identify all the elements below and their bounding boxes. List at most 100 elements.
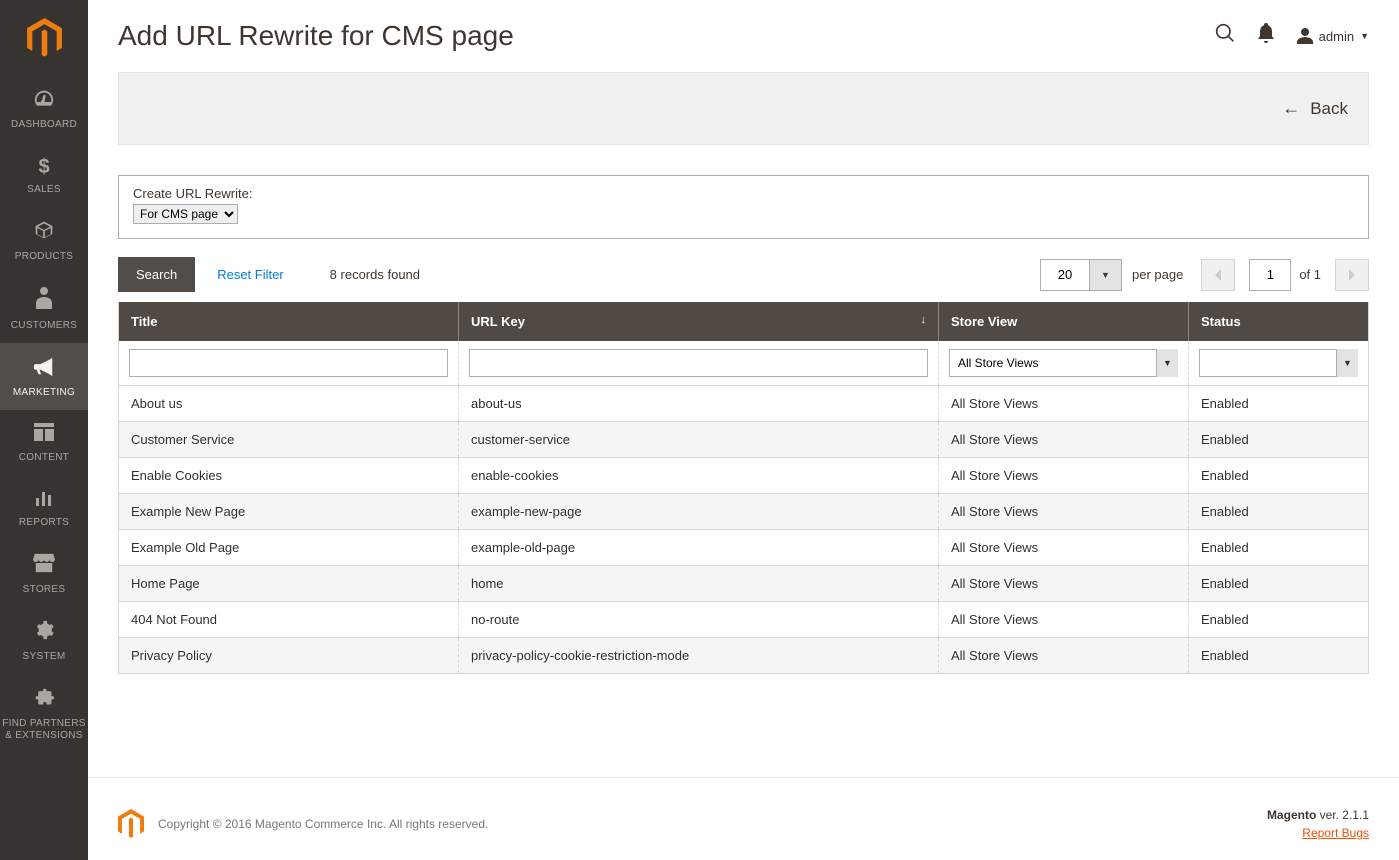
sidebar-logo[interactable] bbox=[0, 0, 88, 75]
sidebar-item-partners[interactable]: FIND PARTNERS & EXTENSIONS bbox=[0, 674, 88, 753]
sidebar-item-marketing[interactable]: MARKETING bbox=[0, 343, 88, 410]
cell-store: All Store Views bbox=[939, 422, 1189, 458]
data-grid: Title URL Key↓ Store View Status All Sto… bbox=[118, 302, 1369, 674]
cell-url_key: home bbox=[459, 566, 939, 602]
table-row[interactable]: About usabout-usAll Store ViewsEnabled bbox=[119, 386, 1369, 422]
per-page-label: per page bbox=[1132, 267, 1183, 282]
filter-url-key-input[interactable] bbox=[469, 349, 928, 377]
sidebar-item-label: CONTENT bbox=[19, 452, 69, 464]
back-button[interactable]: ← Back bbox=[1282, 98, 1348, 119]
filter-store-view-select[interactable]: All Store Views bbox=[949, 349, 1178, 377]
admin-label: admin bbox=[1319, 29, 1354, 44]
cell-url_key: privacy-policy-cookie-restriction-mode bbox=[459, 638, 939, 674]
col-header-status[interactable]: Status bbox=[1189, 302, 1369, 341]
next-page-button[interactable] bbox=[1335, 259, 1369, 291]
records-found: 8 records found bbox=[330, 267, 420, 282]
report-bugs-link[interactable]: Report Bugs bbox=[1267, 826, 1369, 840]
create-rewrite-select[interactable]: For CMS page bbox=[133, 204, 238, 224]
table-row[interactable]: Home PagehomeAll Store ViewsEnabled bbox=[119, 566, 1369, 602]
cell-title: Enable Cookies bbox=[119, 458, 459, 494]
magento-logo-icon bbox=[27, 18, 62, 58]
action-bar: ← Back bbox=[118, 72, 1369, 145]
user-icon bbox=[1297, 28, 1313, 44]
search-icon[interactable] bbox=[1215, 23, 1235, 49]
col-header-store-view[interactable]: Store View bbox=[939, 302, 1189, 341]
sidebar-item-stores[interactable]: STORES bbox=[0, 540, 88, 607]
caret-down-icon: ▼ bbox=[1360, 31, 1369, 41]
sidebar-item-products[interactable]: PRODUCTS bbox=[0, 207, 88, 274]
sidebar-item-system[interactable]: SYSTEM bbox=[0, 607, 88, 674]
create-rewrite-box: Create URL Rewrite: For CMS page bbox=[118, 175, 1369, 239]
cell-url_key: example-old-page bbox=[459, 530, 939, 566]
sidebar-item-sales[interactable]: $ SALES bbox=[0, 142, 88, 207]
bell-icon[interactable] bbox=[1257, 23, 1275, 49]
footer: Copyright © 2016 Magento Commerce Inc. A… bbox=[88, 777, 1399, 860]
table-row[interactable]: Example Old Pageexample-old-pageAll Stor… bbox=[119, 530, 1369, 566]
cell-title: Example New Page bbox=[119, 494, 459, 530]
cell-store: All Store Views bbox=[939, 566, 1189, 602]
filter-status-select[interactable] bbox=[1199, 349, 1358, 377]
cell-status: Enabled bbox=[1189, 458, 1369, 494]
copyright: Copyright © 2016 Magento Commerce Inc. A… bbox=[158, 817, 488, 831]
per-page-input[interactable] bbox=[1040, 259, 1090, 291]
person-icon bbox=[36, 287, 52, 315]
cell-store: All Store Views bbox=[939, 638, 1189, 674]
header-row: Title URL Key↓ Store View Status bbox=[119, 302, 1369, 341]
sort-desc-icon: ↓ bbox=[921, 314, 927, 326]
cell-title: About us bbox=[119, 386, 459, 422]
cell-status: Enabled bbox=[1189, 602, 1369, 638]
prev-page-button[interactable] bbox=[1201, 259, 1235, 291]
cell-store: All Store Views bbox=[939, 494, 1189, 530]
dashboard-icon bbox=[33, 88, 55, 114]
page-title: Add URL Rewrite for CMS page bbox=[118, 20, 1215, 52]
version: ver. 2.1.1 bbox=[1320, 808, 1369, 822]
sidebar-item-label: REPORTS bbox=[19, 517, 69, 529]
sidebar-item-dashboard[interactable]: DASHBOARD bbox=[0, 75, 88, 142]
table-row[interactable]: 404 Not Foundno-routeAll Store ViewsEnab… bbox=[119, 602, 1369, 638]
arrow-left-icon: ← bbox=[1282, 98, 1300, 119]
sidebar: DASHBOARD $ SALES PRODUCTS CUSTOMERS MAR… bbox=[0, 0, 88, 860]
cell-store: All Store Views bbox=[939, 458, 1189, 494]
gear-icon bbox=[34, 620, 54, 646]
cell-store: All Store Views bbox=[939, 602, 1189, 638]
per-page-dropdown[interactable]: ▼ bbox=[1090, 259, 1122, 291]
admin-menu[interactable]: admin ▼ bbox=[1297, 28, 1369, 44]
table-row[interactable]: Customer Servicecustomer-serviceAll Stor… bbox=[119, 422, 1369, 458]
filter-row: All Store Views ▼ ▼ bbox=[119, 341, 1369, 386]
cell-url_key: customer-service bbox=[459, 422, 939, 458]
create-rewrite-label: Create URL Rewrite: bbox=[133, 186, 1354, 201]
cell-title: 404 Not Found bbox=[119, 602, 459, 638]
version-prefix: Magento bbox=[1267, 808, 1316, 822]
table-row[interactable]: Example New Pageexample-new-pageAll Stor… bbox=[119, 494, 1369, 530]
sidebar-item-label: DASHBOARD bbox=[11, 119, 77, 131]
col-header-url-key[interactable]: URL Key↓ bbox=[459, 302, 939, 341]
cell-title: Home Page bbox=[119, 566, 459, 602]
cell-store: All Store Views bbox=[939, 530, 1189, 566]
grid-toolbar: Search Reset Filter 8 records found ▼ pe… bbox=[118, 257, 1369, 292]
sidebar-item-label: CUSTOMERS bbox=[11, 320, 77, 332]
sidebar-item-reports[interactable]: REPORTS bbox=[0, 475, 88, 540]
bar-chart-icon bbox=[34, 488, 54, 512]
table-row[interactable]: Enable Cookiesenable-cookiesAll Store Vi… bbox=[119, 458, 1369, 494]
page-input[interactable] bbox=[1249, 259, 1291, 291]
col-header-title[interactable]: Title bbox=[119, 302, 459, 341]
table-row[interactable]: Privacy Policyprivacy-policy-cookie-rest… bbox=[119, 638, 1369, 674]
magento-logo-icon bbox=[118, 809, 144, 839]
search-button[interactable]: Search bbox=[118, 257, 195, 292]
page-of-label: of 1 bbox=[1299, 267, 1321, 282]
sidebar-item-label: SYSTEM bbox=[23, 651, 66, 663]
sidebar-item-label: MARKETING bbox=[13, 387, 75, 399]
sidebar-item-content[interactable]: CONTENT bbox=[0, 410, 88, 475]
sidebar-item-customers[interactable]: CUSTOMERS bbox=[0, 274, 88, 343]
layout-icon bbox=[34, 423, 54, 447]
cell-url_key: about-us bbox=[459, 386, 939, 422]
cell-url_key: no-route bbox=[459, 602, 939, 638]
cell-title: Privacy Policy bbox=[119, 638, 459, 674]
cell-status: Enabled bbox=[1189, 530, 1369, 566]
megaphone-icon bbox=[33, 356, 55, 382]
cell-status: Enabled bbox=[1189, 422, 1369, 458]
puzzle-icon bbox=[34, 687, 54, 713]
sidebar-item-label: FIND PARTNERS & EXTENSIONS bbox=[2, 718, 86, 742]
reset-filter-link[interactable]: Reset Filter bbox=[217, 267, 283, 282]
filter-title-input[interactable] bbox=[129, 349, 448, 377]
